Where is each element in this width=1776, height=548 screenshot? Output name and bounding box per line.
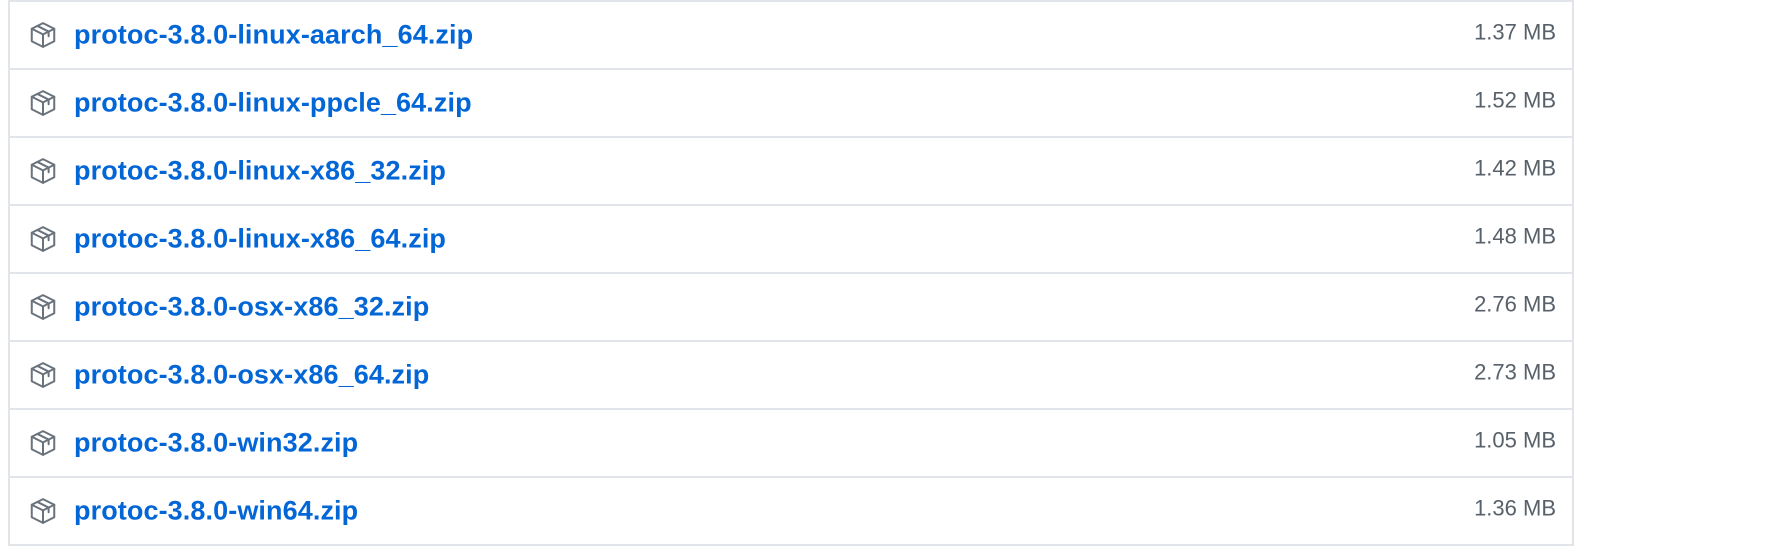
asset-size: 1.05 MB bbox=[1474, 427, 1556, 453]
asset-size: 1.52 MB bbox=[1474, 87, 1556, 113]
asset-size: 2.76 MB bbox=[1474, 291, 1556, 317]
package-icon bbox=[28, 496, 58, 526]
asset-row: protoc-3.8.0-linux-ppcle_64.zip 1.52 MB bbox=[10, 70, 1572, 138]
package-icon bbox=[28, 20, 58, 50]
asset-download-link[interactable]: protoc-3.8.0-win64.zip bbox=[74, 496, 358, 527]
asset-row: protoc-3.8.0-linux-aarch_64.zip 1.37 MB bbox=[10, 0, 1572, 70]
asset-size: 1.37 MB bbox=[1474, 19, 1556, 45]
asset-row: protoc-3.8.0-osx-x86_64.zip 2.73 MB bbox=[10, 342, 1572, 410]
asset-download-link[interactable]: protoc-3.8.0-linux-x86_64.zip bbox=[74, 224, 446, 255]
package-icon bbox=[28, 224, 58, 254]
asset-row: protoc-3.8.0-linux-x86_32.zip 1.42 MB bbox=[10, 138, 1572, 206]
asset-download-link[interactable]: protoc-3.8.0-linux-x86_32.zip bbox=[74, 156, 446, 187]
asset-download-link[interactable]: protoc-3.8.0-osx-x86_64.zip bbox=[74, 360, 429, 391]
asset-download-link[interactable]: protoc-3.8.0-win32.zip bbox=[74, 428, 358, 459]
asset-row: protoc-3.8.0-linux-x86_64.zip 1.48 MB bbox=[10, 206, 1572, 274]
package-icon bbox=[28, 428, 58, 458]
asset-download-link[interactable]: protoc-3.8.0-linux-aarch_64.zip bbox=[74, 20, 473, 51]
asset-row: protoc-3.8.0-win64.zip 1.36 MB bbox=[10, 478, 1572, 546]
asset-download-link[interactable]: protoc-3.8.0-linux-ppcle_64.zip bbox=[74, 88, 472, 119]
release-assets-list: protoc-3.8.0-linux-aarch_64.zip 1.37 MB … bbox=[8, 0, 1574, 546]
asset-size: 1.42 MB bbox=[1474, 155, 1556, 181]
package-icon bbox=[28, 292, 58, 322]
asset-row: protoc-3.8.0-win32.zip 1.05 MB bbox=[10, 410, 1572, 478]
package-icon bbox=[28, 156, 58, 186]
asset-size: 2.73 MB bbox=[1474, 359, 1556, 385]
asset-size: 1.36 MB bbox=[1474, 495, 1556, 521]
asset-row: protoc-3.8.0-osx-x86_32.zip 2.76 MB bbox=[10, 274, 1572, 342]
package-icon bbox=[28, 88, 58, 118]
asset-size: 1.48 MB bbox=[1474, 223, 1556, 249]
asset-download-link[interactable]: protoc-3.8.0-osx-x86_32.zip bbox=[74, 292, 429, 323]
package-icon bbox=[28, 360, 58, 390]
